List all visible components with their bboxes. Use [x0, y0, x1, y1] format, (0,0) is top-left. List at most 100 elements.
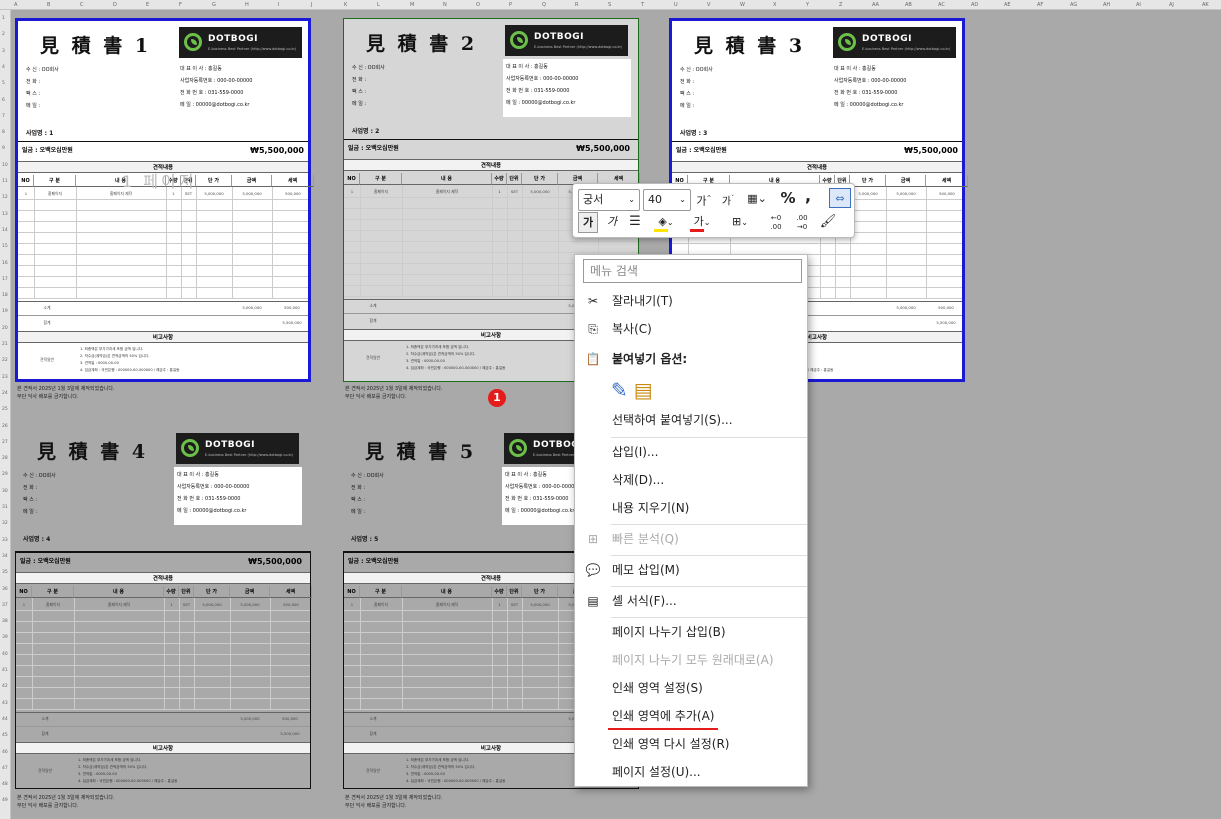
row-header-1[interactable]: 1	[2, 16, 5, 21]
font-name-select[interactable]: 궁서 ⌄	[578, 189, 640, 211]
column-header-AB[interactable]: AB	[905, 2, 912, 8]
row-header-13[interactable]: 13	[2, 212, 8, 217]
row-header-41[interactable]: 41	[2, 668, 8, 673]
column-header-AH[interactable]: AH	[1103, 2, 1110, 8]
column-header-W[interactable]: W	[740, 2, 745, 8]
font-size-select[interactable]: 40 ⌄	[643, 189, 691, 211]
column-header-O[interactable]: O	[476, 2, 480, 8]
item-cell[interactable]: 홈페이지	[34, 191, 76, 197]
item-cell[interactable]: 홈페이지 제작	[402, 602, 492, 608]
item-cell[interactable]: 5,000,000	[232, 191, 272, 196]
row-header-49[interactable]: 49	[2, 798, 8, 803]
column-header-X[interactable]: X	[773, 2, 776, 8]
row-header-27[interactable]: 27	[2, 440, 8, 445]
row-header-15[interactable]: 15	[2, 244, 8, 249]
row-header-28[interactable]: 28	[2, 456, 8, 461]
row-header-18[interactable]: 18	[2, 293, 8, 298]
item-cell[interactable]: 1	[18, 191, 34, 196]
merge-center-icon[interactable]: ⇔	[829, 188, 851, 208]
column-header-D[interactable]: D	[113, 2, 117, 8]
menu-item-6[interactable]: 삭제(D)...	[575, 467, 807, 493]
row-header-45[interactable]: 45	[2, 733, 8, 738]
item-cell[interactable]: 1	[164, 602, 179, 607]
row-header-17[interactable]: 17	[2, 277, 8, 282]
row-header-40[interactable]: 40	[2, 652, 8, 657]
format-painter-icon[interactable]: 🖌	[818, 212, 838, 232]
decrease-decimal-icon[interactable]: .00 →0	[791, 214, 813, 232]
column-header-L[interactable]: L	[377, 2, 380, 8]
item-cell[interactable]: 500,000	[272, 191, 314, 196]
menu-item-5[interactable]: 삽입(I)...	[575, 439, 807, 465]
item-cell[interactable]: 1	[16, 602, 32, 607]
row-header-22[interactable]: 22	[2, 358, 8, 363]
column-header-R[interactable]: R	[575, 2, 578, 8]
row-header-23[interactable]: 23	[2, 375, 8, 380]
row-header-16[interactable]: 16	[2, 261, 8, 266]
menu-item-1[interactable]: ✂ 잘라내기(T)	[575, 288, 807, 314]
row-header-2[interactable]: 2	[2, 32, 5, 37]
row-header-29[interactable]: 29	[2, 472, 8, 477]
borders-icon[interactable]: ⊞⌄	[725, 212, 755, 233]
increase-decimal-icon[interactable]: ←0.00	[765, 214, 787, 232]
row-header-11[interactable]: 11	[2, 179, 8, 184]
column-header-Q[interactable]: Q	[542, 2, 546, 8]
row-header-14[interactable]: 14	[2, 228, 8, 233]
menu-item-4[interactable]: 선택하여 붙여넣기(S)...	[575, 407, 807, 433]
item-cell[interactable]: 1	[492, 602, 507, 607]
row-header-7[interactable]: 7	[2, 114, 5, 119]
row-header-33[interactable]: 33	[2, 538, 8, 543]
item-cell[interactable]: 홈페이지 제작	[402, 189, 492, 195]
row-header-42[interactable]: 42	[2, 684, 8, 689]
row-header-43[interactable]: 43	[2, 701, 8, 706]
column-header-E[interactable]: E	[146, 2, 149, 8]
row-header-20[interactable]: 20	[2, 326, 8, 331]
row-header-31[interactable]: 31	[2, 505, 8, 510]
row-header-36[interactable]: 36	[2, 587, 8, 592]
item-cell[interactable]: 1	[344, 189, 360, 194]
font-color-icon[interactable]: 가 ⌄	[687, 212, 717, 233]
item-cell[interactable]: 1	[344, 602, 360, 607]
column-header-V[interactable]: V	[707, 2, 710, 8]
item-cell[interactable]: 5,000,000	[850, 191, 886, 196]
menu-search-input[interactable]: 메뉴 검색	[583, 259, 802, 283]
column-header-AK[interactable]: AK	[1202, 2, 1209, 8]
item-cell[interactable]: SET	[507, 602, 522, 607]
row-header-47[interactable]: 47	[2, 766, 8, 771]
row-header-26[interactable]: 26	[2, 424, 8, 429]
column-header-S[interactable]: S	[608, 2, 611, 8]
row-header-6[interactable]: 6	[2, 98, 5, 103]
column-header-AG[interactable]: AG	[1070, 2, 1077, 8]
fill-color-icon[interactable]: ◈ ⌄	[651, 212, 681, 233]
row-header-32[interactable]: 32	[2, 521, 8, 526]
row-header-12[interactable]: 12	[2, 195, 8, 200]
column-header-A[interactable]: A	[14, 2, 17, 8]
row-header-30[interactable]: 30	[2, 489, 8, 494]
row-header-48[interactable]: 48	[2, 782, 8, 787]
column-header-H[interactable]: H	[245, 2, 249, 8]
row-header-37[interactable]: 37	[2, 603, 8, 608]
item-cell[interactable]: 홈페이지	[360, 602, 402, 608]
quote-sheet-4[interactable]: 見 積 書 4 DOTBOGI E-business Best Partner (h…	[15, 427, 312, 791]
row-header-39[interactable]: 39	[2, 635, 8, 640]
item-cell[interactable]: 500,000	[270, 602, 312, 607]
quote-sheet-1[interactable]: 見 積 書 1 DOTBOGI E-business Best Partner (h…	[15, 18, 314, 382]
column-header-AD[interactable]: AD	[971, 2, 978, 8]
item-cell[interactable]: 5,000,000	[886, 191, 926, 196]
column-header-F[interactable]: F	[179, 2, 182, 8]
item-cell[interactable]: SET	[507, 189, 522, 194]
menu-item-7[interactable]: 내용 지우기(N)	[575, 495, 807, 521]
item-cell[interactable]: 홈페이지	[360, 189, 402, 195]
row-header-34[interactable]: 34	[2, 554, 8, 559]
bold-icon[interactable]: 가	[578, 212, 598, 233]
percent-icon[interactable]: %	[779, 188, 797, 208]
row-header-24[interactable]: 24	[2, 391, 8, 396]
column-header-G[interactable]: G	[212, 2, 216, 8]
italic-icon[interactable]: 가	[603, 212, 621, 232]
menu-item-16[interactable]: 페이지 설정(U)...	[575, 759, 807, 785]
paste-values-icon[interactable]: ▤	[634, 378, 653, 402]
row-header-5[interactable]: 5	[2, 81, 5, 86]
row-header-4[interactable]: 4	[2, 65, 5, 70]
column-header-AJ[interactable]: AJ	[1169, 2, 1174, 8]
column-header-P[interactable]: P	[509, 2, 512, 8]
item-cell[interactable]: 1	[492, 189, 507, 194]
